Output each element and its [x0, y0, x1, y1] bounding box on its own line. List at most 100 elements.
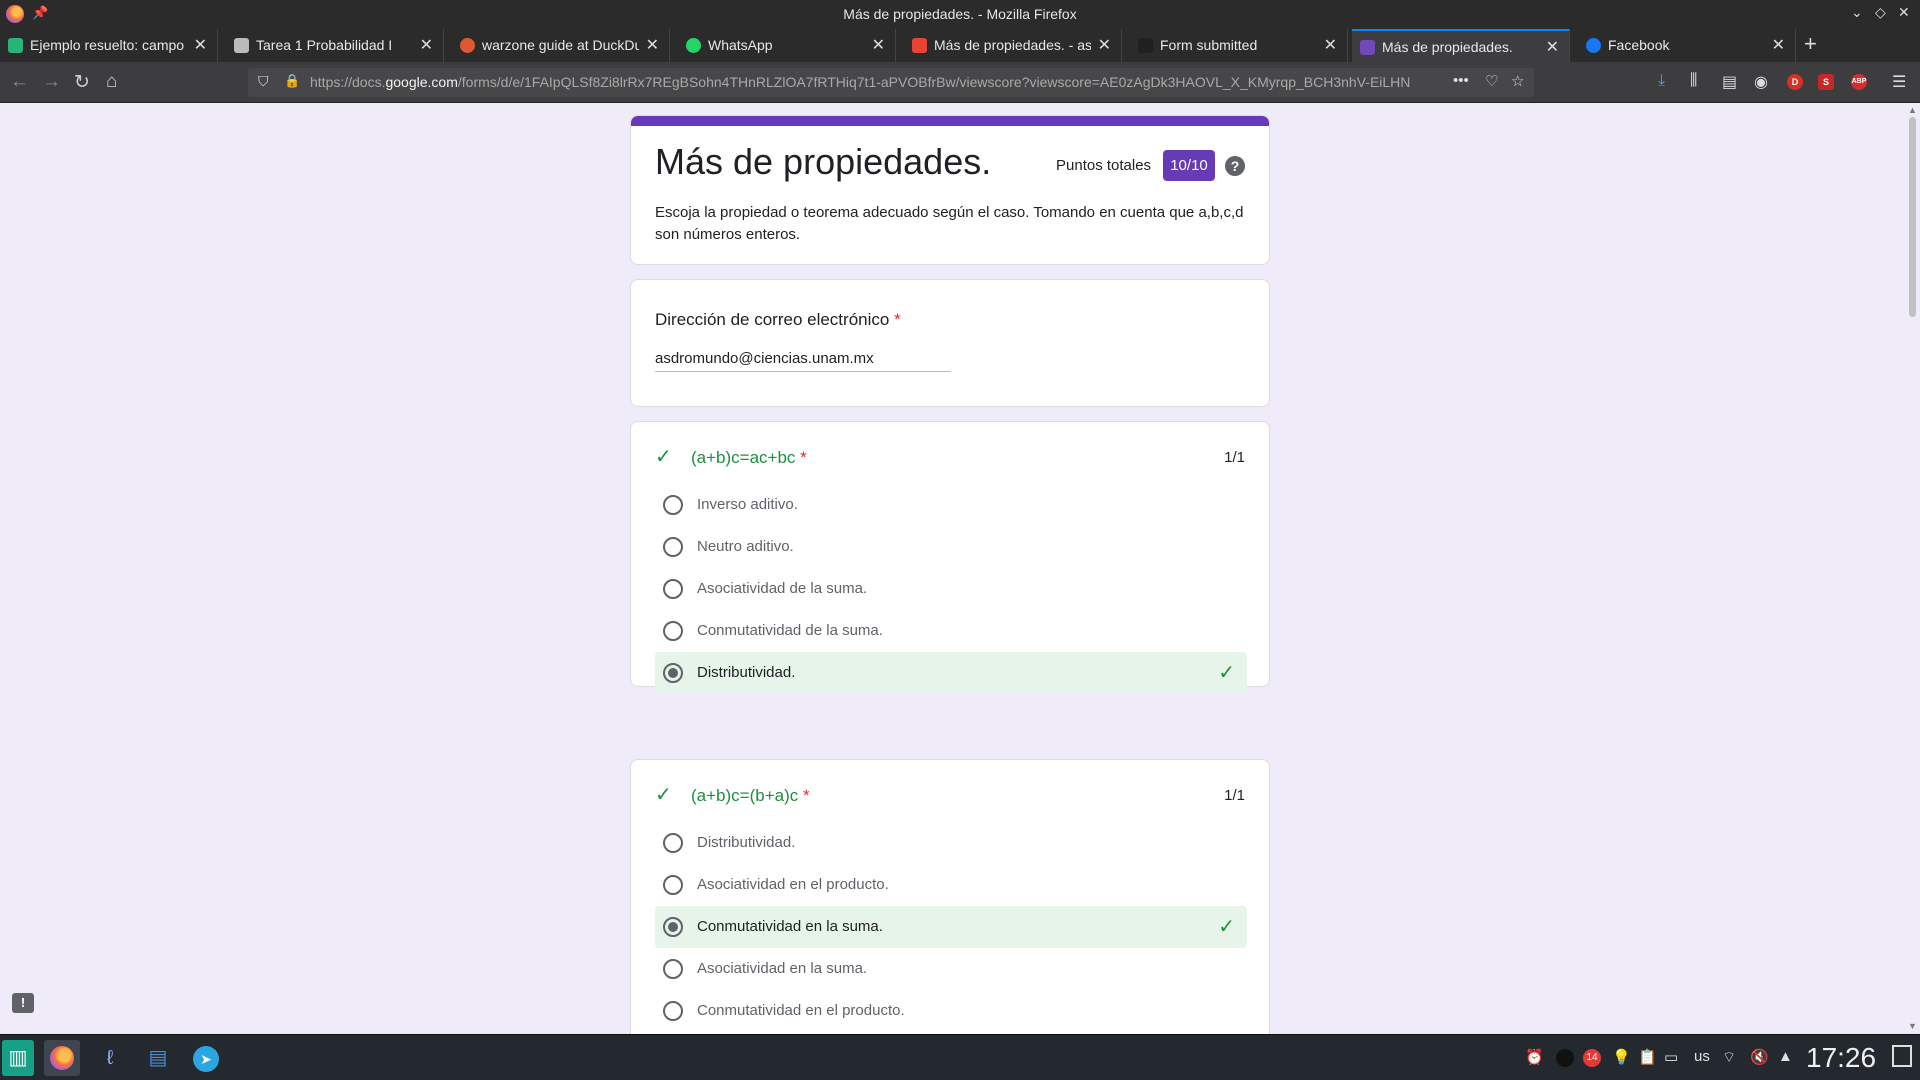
total-points-badge: 10/10 [1163, 150, 1215, 181]
close-tab-icon[interactable]: ✕ [194, 35, 207, 55]
show-desktop-icon[interactable] [1892, 1045, 1912, 1067]
battery-icon[interactable]: ▭ [1664, 1048, 1678, 1066]
close-tab-icon[interactable]: ✕ [1324, 35, 1337, 55]
bookmark-star-icon[interactable]: ☆ [1511, 72, 1524, 90]
steam-icon[interactable] [1556, 1049, 1574, 1067]
tab-label: Más de propiedades. - asd [934, 37, 1091, 53]
close-window-icon[interactable]: ✕ [1898, 4, 1910, 21]
tab-gmail[interactable]: Más de propiedades. - asd ✕ [904, 29, 1122, 62]
alarm-icon[interactable]: ⏰ [1525, 1048, 1544, 1066]
url-host: google.com [385, 74, 458, 90]
help-icon[interactable]: ? [1225, 156, 1245, 176]
radio-button[interactable] [663, 537, 683, 557]
system-taskbar: ▥ ℓ ▤ ➤ ⏰ 14 💡 📋 ▭ us ⌔ 🔇 ▲ 17:26 [0, 1034, 1920, 1080]
question-score: 1/1 [1224, 787, 1245, 804]
address-bar[interactable]: ⛉ 🔒 https://docs.google.com/forms/d/e/1F… [248, 68, 1534, 97]
downloads-icon[interactable]: ⤓ [1658, 72, 1665, 90]
option-label: Conmutatividad de la suma. [697, 622, 883, 639]
keyboard-layout[interactable]: us [1694, 1048, 1710, 1065]
radio-button[interactable] [663, 621, 683, 641]
tab-label: Más de propiedades. [1382, 39, 1513, 55]
minimize-icon[interactable]: ⌄ [1851, 4, 1863, 21]
tab-label: Facebook [1608, 37, 1670, 53]
clipboard-icon[interactable]: 📋 [1638, 1048, 1657, 1066]
manjaro-menu-icon[interactable]: ▥ [2, 1040, 34, 1076]
form-title: Más de propiedades. [655, 141, 992, 182]
pocket-icon[interactable]: ♡ [1485, 72, 1498, 90]
option-label: Conmutatividad en el producto. [697, 1002, 905, 1019]
lightbulb-icon[interactable]: 💡 [1612, 1048, 1631, 1066]
tracking-protection-icon[interactable]: ⛉ [258, 73, 269, 90]
tray-expand-icon[interactable]: ▲ [1778, 1048, 1793, 1065]
radio-button[interactable] [663, 579, 683, 599]
radio-button[interactable] [663, 1001, 683, 1021]
tab-whatsapp[interactable]: WhatsApp ✕ [678, 29, 896, 62]
tab-mas-de-propiedades[interactable]: Más de propiedades. ✕ [1352, 29, 1570, 62]
scroll-up-icon[interactable]: ▲ [1908, 105, 1917, 115]
extension-d-icon[interactable]: D [1787, 74, 1803, 90]
text-editor-taskbar-icon[interactable]: ▤ [140, 1040, 176, 1076]
lock-icon[interactable]: 🔒 [284, 73, 300, 89]
close-tab-icon[interactable]: ✕ [646, 35, 659, 55]
form-header-card: Más de propiedades. Puntos totales 10/10… [630, 115, 1270, 265]
option-label: Conmutatividad en la suma. [697, 918, 883, 935]
tab-form-submitted[interactable]: Form submitted ✕ [1130, 29, 1348, 62]
tab-ejemplo-resuelto[interactable]: Ejemplo resuelto: campo c ✕ [0, 29, 218, 62]
radio-button[interactable] [663, 495, 683, 515]
volume-muted-icon[interactable]: 🔇 [1750, 1048, 1769, 1066]
library-icon[interactable]: ⫼ [1690, 72, 1697, 90]
maximize-icon[interactable]: ◇ [1875, 4, 1886, 21]
close-tab-icon[interactable]: ✕ [1546, 37, 1559, 57]
url-text[interactable]: https://docs.google.com/forms/d/e/1FAIpQ… [310, 74, 1410, 90]
report-feedback-icon[interactable]: ! [12, 993, 34, 1013]
answer-option[interactable]: Distributividad. [655, 822, 1247, 864]
answer-option[interactable]: Asociatividad en la suma. [655, 948, 1247, 990]
tab-tarea-probabilidad[interactable]: Tarea 1 Probabilidad I ✕ [226, 29, 444, 62]
radio-button[interactable] [663, 875, 683, 895]
close-tab-icon[interactable]: ✕ [1098, 35, 1111, 55]
adblock-plus-icon[interactable]: ABP [1851, 74, 1867, 90]
question-card-2: ✓ (a+b)c=(b+a)c * 1/1 Distributividad. A… [630, 759, 1270, 1034]
radio-button[interactable] [663, 833, 683, 853]
required-mark: * [800, 448, 807, 467]
url-path: /forms/d/e/1FAIpQLSf8Zi8lrRx7REgBSohn4TH… [457, 74, 1410, 90]
answer-option[interactable]: Asociatividad de la suma. [655, 568, 1247, 610]
answer-option[interactable]: Neutro aditivo. [655, 526, 1247, 568]
answer-option[interactable]: Conmutatividad en el producto. [655, 990, 1247, 1032]
answer-option-selected[interactable]: Conmutatividad en la suma. ✓ [655, 906, 1247, 948]
radio-button[interactable] [663, 959, 683, 979]
forward-icon[interactable]: → [42, 71, 61, 93]
back-icon[interactable]: ← [10, 71, 29, 93]
firefox-taskbar-icon[interactable] [44, 1040, 80, 1076]
radio-button-checked[interactable] [663, 663, 683, 683]
new-tab-icon[interactable]: + [1804, 31, 1817, 57]
page-actions-icon[interactable]: ••• [1453, 72, 1469, 89]
reload-icon[interactable]: ↻ [74, 71, 90, 94]
ide-taskbar-icon[interactable]: ℓ [92, 1040, 128, 1076]
answer-option-selected[interactable]: Distributividad. ✓ [655, 652, 1247, 694]
extension-s-icon[interactable]: S [1818, 74, 1834, 90]
page-scrollbar[interactable]: ▲ ▼ [1906, 103, 1920, 1034]
sidebar-icon[interactable]: ▤ [1722, 72, 1737, 92]
telegram-taskbar-icon[interactable]: ➤ [188, 1040, 224, 1076]
answer-option[interactable]: Inverso aditivo. [655, 484, 1247, 526]
tab-duckduckgo[interactable]: warzone guide at DuckDu ✕ [452, 29, 670, 62]
url-prefix: https://docs. [310, 74, 386, 90]
answer-option[interactable]: Conmutatividad de la suma. [655, 610, 1247, 652]
radio-button-checked[interactable] [663, 917, 683, 937]
close-tab-icon[interactable]: ✕ [1772, 35, 1785, 55]
answer-option[interactable]: Asociatividad en el producto. [655, 864, 1247, 906]
home-icon[interactable]: ⌂ [106, 71, 117, 93]
question-card-1: ✓ (a+b)c=ac+bc * 1/1 Inverso aditivo. Ne… [630, 421, 1270, 694]
menu-icon[interactable]: ☰ [1892, 72, 1906, 92]
scroll-down-icon[interactable]: ▼ [1908, 1021, 1917, 1031]
account-icon[interactable]: ◉ [1754, 72, 1768, 92]
notification-badge[interactable]: 14 [1583, 1049, 1601, 1067]
close-tab-icon[interactable]: ✕ [420, 35, 433, 55]
clock[interactable]: 17:26 [1806, 1042, 1876, 1074]
scrollbar-thumb[interactable] [1909, 117, 1916, 317]
tab-facebook[interactable]: Facebook ✕ [1578, 29, 1796, 62]
facebook-icon [1586, 38, 1601, 53]
close-tab-icon[interactable]: ✕ [872, 35, 885, 55]
wifi-icon[interactable]: ⌔ [1722, 1048, 1736, 1067]
